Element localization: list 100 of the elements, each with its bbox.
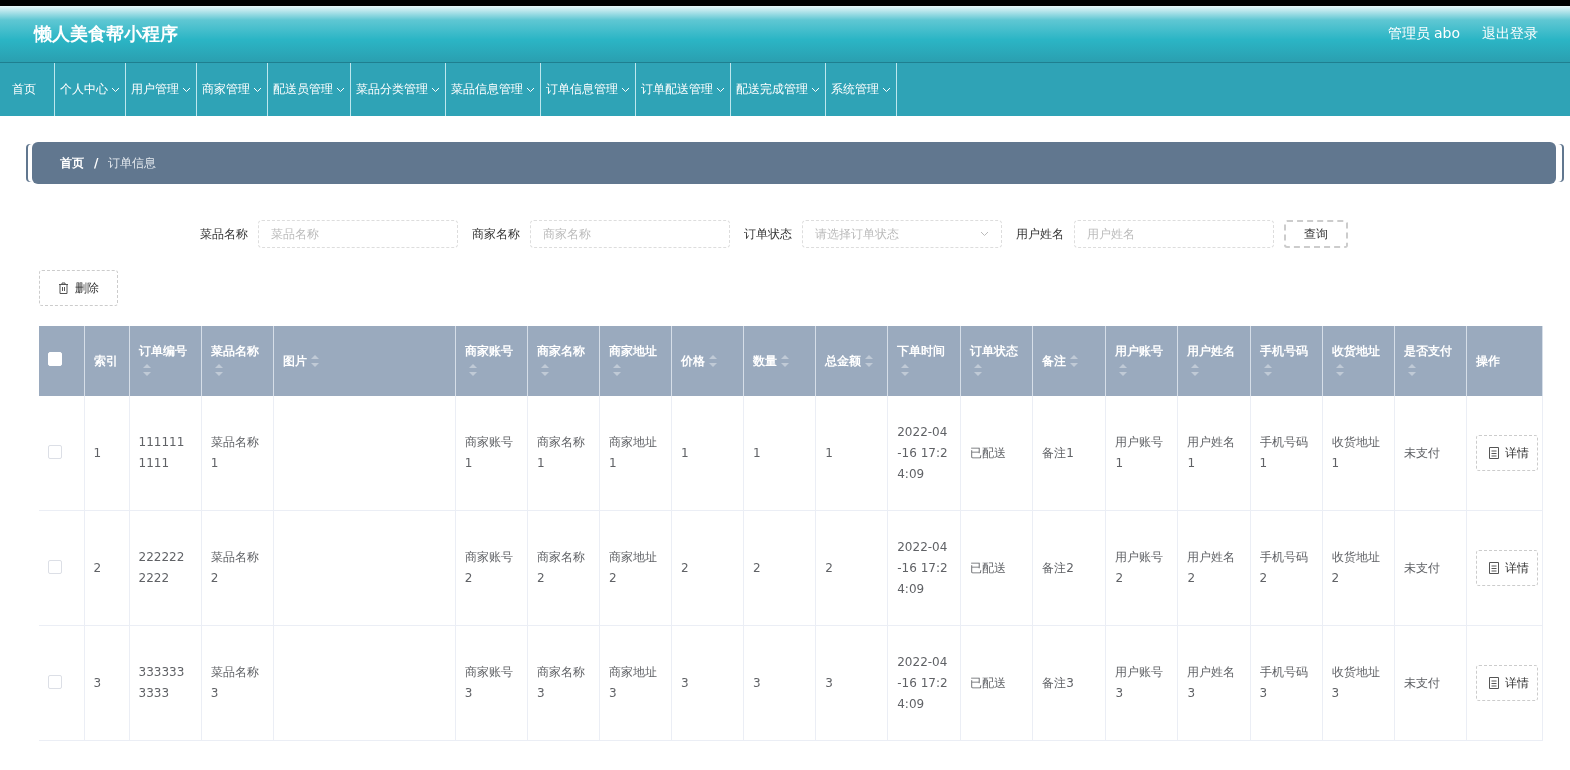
column-header: 手机号码 bbox=[1250, 326, 1323, 396]
logout-link[interactable]: 退出登录 bbox=[1482, 25, 1538, 43]
nav-item[interactable]: 商家管理 bbox=[197, 63, 268, 116]
column-header: 收货地址 bbox=[1322, 326, 1395, 396]
table-cell-text: 备注2 bbox=[1042, 559, 1075, 577]
nav-item[interactable]: 首页 bbox=[0, 63, 55, 116]
nav-item[interactable]: 个人中心 bbox=[55, 63, 126, 116]
column-header: 订单状态 bbox=[960, 326, 1033, 396]
filter-label: 商家名称 bbox=[472, 225, 520, 243]
checkbox[interactable] bbox=[48, 444, 62, 459]
sort-icon[interactable] bbox=[613, 364, 621, 376]
table-cell-text: 2 bbox=[681, 559, 690, 577]
input-field[interactable]: 用户姓名 bbox=[1074, 220, 1274, 248]
sort-icon[interactable] bbox=[901, 364, 910, 376]
table-cell-text: 3 bbox=[825, 674, 834, 692]
detail-button[interactable]: 详情 bbox=[1475, 435, 1538, 471]
select-field[interactable]: 请选择订单状态 bbox=[802, 220, 1002, 248]
nav-item[interactable]: 菜品信息管理 bbox=[446, 63, 541, 116]
sort-icon[interactable] bbox=[1407, 364, 1416, 376]
table-cell-text: 用户姓名3 bbox=[1187, 664, 1237, 702]
sort-icon[interactable] bbox=[1070, 355, 1079, 367]
sort-icon[interactable] bbox=[1191, 364, 1200, 376]
table-cell-text: 3 bbox=[93, 674, 103, 692]
table-cell-text: 商家账号3 bbox=[464, 664, 514, 702]
table-cell-text: 用户账号2 bbox=[1115, 549, 1165, 587]
filter-label: 订单状态 bbox=[744, 225, 792, 243]
table-cell-text: 2 bbox=[93, 559, 103, 577]
app-title: 懒人美食帮小程序 bbox=[34, 22, 178, 46]
column-header: 图片 bbox=[273, 326, 456, 396]
table-cell-text: 未支付 bbox=[1403, 674, 1441, 692]
table-cell-text: 商家账号2 bbox=[464, 549, 514, 587]
sort-icon[interactable] bbox=[1263, 364, 1272, 376]
table-cell-text: 用户姓名2 bbox=[1187, 549, 1237, 587]
table-cell-text: 已配送 bbox=[970, 559, 1008, 577]
checkbox[interactable] bbox=[48, 674, 62, 689]
nav-item[interactable]: 配送员管理 bbox=[268, 63, 351, 116]
sort-icon[interactable] bbox=[142, 364, 151, 376]
column-header: 数量 bbox=[743, 326, 816, 396]
table-cell-text: 已配送 bbox=[970, 674, 1008, 692]
table-cell-text: 3 bbox=[681, 674, 690, 692]
column-header: 用户账号 bbox=[1105, 326, 1178, 396]
sort-icon[interactable] bbox=[709, 355, 718, 367]
sort-icon[interactable] bbox=[214, 364, 223, 376]
input-field[interactable]: 商家名称 bbox=[530, 220, 730, 248]
nav-item[interactable]: 订单配送管理 bbox=[636, 63, 731, 116]
detail-button[interactable]: 详情 bbox=[1475, 550, 1538, 586]
table-cell-text: 用户账号1 bbox=[1115, 434, 1165, 472]
detail-button[interactable]: 详情 bbox=[1475, 665, 1538, 701]
sort-icon[interactable] bbox=[1335, 364, 1344, 376]
document-icon bbox=[1488, 677, 1499, 689]
input-field[interactable]: 菜品名称 bbox=[258, 220, 458, 248]
table-cell-text: 1 bbox=[753, 444, 762, 462]
table-cell-text: 商家账号1 bbox=[464, 434, 514, 472]
table-cell-text: 商家名称3 bbox=[536, 664, 586, 702]
nav-item[interactable]: 系统管理 bbox=[826, 63, 897, 116]
document-icon bbox=[1488, 447, 1499, 459]
sort-icon[interactable] bbox=[974, 364, 983, 376]
nav-item[interactable]: 订单信息管理 bbox=[541, 63, 636, 116]
table-cell-text: 用户账号3 bbox=[1115, 664, 1165, 702]
table-cell-text: 手机号码3 bbox=[1259, 664, 1309, 702]
table-cell-text: 1 bbox=[681, 444, 690, 462]
checkbox[interactable] bbox=[48, 559, 62, 574]
filter-label: 菜品名称 bbox=[200, 225, 248, 243]
document-icon bbox=[1488, 562, 1499, 574]
column-header: 是否支付 bbox=[1394, 326, 1467, 396]
sort-icon[interactable] bbox=[1119, 364, 1128, 376]
sort-icon[interactable] bbox=[540, 364, 549, 376]
table-cell-text: 已配送 bbox=[970, 444, 1008, 462]
nav-item[interactable]: 菜品分类管理 bbox=[351, 63, 446, 116]
column-header: 备注 bbox=[1032, 326, 1106, 396]
nav-item[interactable]: 配送完成管理 bbox=[731, 63, 826, 116]
table-cell-text: 未支付 bbox=[1403, 444, 1441, 462]
table-cell-text: 备注1 bbox=[1042, 444, 1075, 462]
table-cell-text: 手机号码1 bbox=[1259, 434, 1309, 472]
table-cell-text: 商家地址1 bbox=[609, 434, 658, 472]
breadcrumb-separator: / bbox=[94, 156, 99, 170]
table-cell-text: 菜品名称2 bbox=[210, 549, 260, 587]
table-cell-text: 商家名称2 bbox=[536, 549, 586, 587]
table-cell-text: 商家地址2 bbox=[609, 549, 658, 587]
breadcrumb-link[interactable]: 首页 bbox=[60, 154, 84, 172]
table-cell-text: 用户姓名1 bbox=[1187, 434, 1237, 472]
delete-button[interactable]: 删除 bbox=[39, 270, 118, 306]
sort-icon[interactable] bbox=[865, 355, 874, 367]
nav-item[interactable]: 用户管理 bbox=[126, 63, 197, 116]
sort-icon[interactable] bbox=[781, 355, 790, 367]
sort-icon[interactable] bbox=[310, 355, 319, 367]
user-label: 管理员 abo bbox=[1387, 25, 1460, 43]
column-header: 用户姓名 bbox=[1178, 326, 1251, 396]
table-cell-text: 备注3 bbox=[1042, 674, 1075, 692]
table-cell-text: 2 bbox=[753, 559, 762, 577]
column-header: 商家地址 bbox=[599, 326, 672, 396]
table-cell-text: 收货地址2 bbox=[1331, 549, 1381, 587]
table-cell-text: 2022-04-16 17:24:09 bbox=[897, 423, 949, 483]
table-cell-text: 1111111111 bbox=[138, 434, 186, 472]
table-cell-text: 未支付 bbox=[1403, 559, 1441, 577]
sort-icon[interactable] bbox=[468, 364, 477, 376]
column-header: 商家账号 bbox=[455, 326, 528, 396]
search-button[interactable]: 查询 bbox=[1284, 220, 1348, 248]
table-cell-text: 3333333333 bbox=[138, 664, 186, 702]
table-cell-text: 菜品名称1 bbox=[210, 434, 260, 472]
